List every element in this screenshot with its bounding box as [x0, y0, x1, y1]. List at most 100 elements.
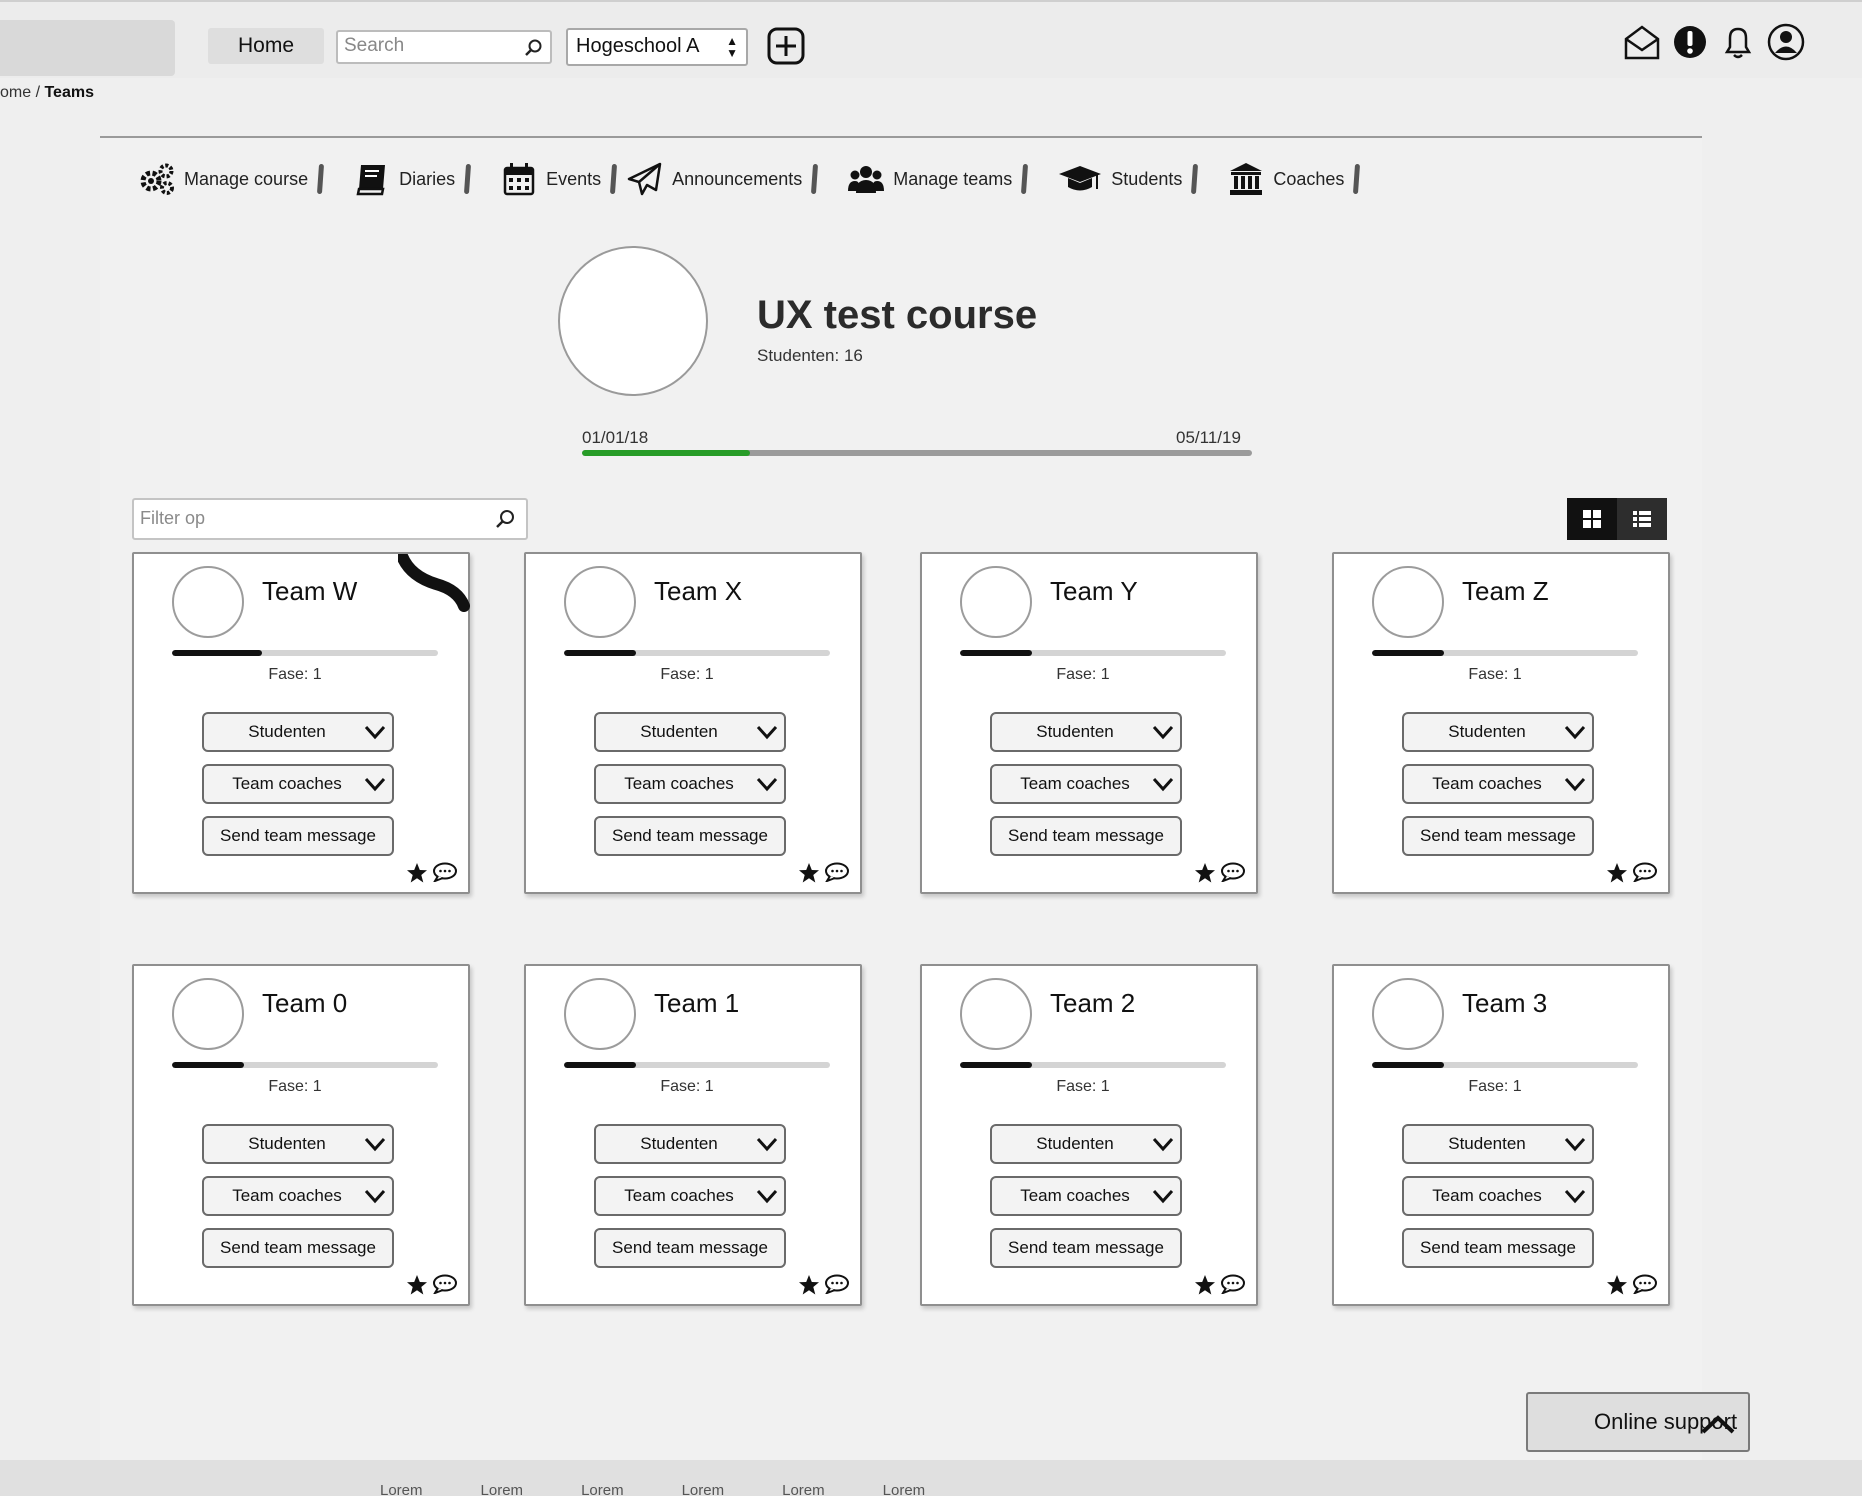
corner-ribbon-icon	[398, 554, 470, 612]
team-card[interactable]: Team X Fase: 1 Studenten Team coaches Send t…	[524, 552, 862, 894]
star-icon[interactable]	[1606, 862, 1628, 884]
footer-link[interactable]: Lorem	[581, 1482, 624, 1496]
team-card[interactable]: Team 3 Fase: 1 Studenten Team coaches Send t…	[1332, 964, 1670, 1306]
footer-link[interactable]: Lorem	[380, 1482, 423, 1496]
add-icon[interactable]	[766, 26, 806, 66]
students-dropdown[interactable]: Studenten	[202, 712, 394, 752]
students-dropdown[interactable]: Studenten	[990, 712, 1182, 752]
nav-item-announcements[interactable]: Announcements	[626, 159, 802, 199]
star-icon[interactable]	[798, 1274, 820, 1296]
chat-icon[interactable]	[432, 862, 458, 882]
chat-icon[interactable]	[432, 1274, 458, 1294]
list-view-button[interactable]	[1617, 498, 1667, 540]
send-team-message-button[interactable]: Send team message	[594, 816, 786, 856]
chat-icon[interactable]	[1220, 862, 1246, 882]
students-dropdown[interactable]: Studenten	[202, 1124, 394, 1164]
team-progress-fill	[564, 1062, 636, 1068]
team-coaches-dropdown[interactable]: Team coaches	[990, 1176, 1182, 1216]
send-team-message-label: Send team message	[1008, 1238, 1164, 1257]
team-coaches-dropdown[interactable]: Team coaches	[1402, 764, 1594, 804]
star-icon[interactable]	[1194, 862, 1216, 884]
star-icon[interactable]	[1606, 1274, 1628, 1296]
home-button[interactable]: Home	[208, 28, 324, 64]
team-name[interactable]: Team 1	[654, 988, 739, 1019]
search-icon[interactable]	[494, 508, 516, 530]
team-card[interactable]: Team W Fase: 1 Studenten Team coaches Send t…	[132, 552, 470, 894]
team-coaches-dropdown-label: Team coaches	[1020, 774, 1130, 793]
team-coaches-dropdown[interactable]: Team coaches	[202, 764, 394, 804]
logo[interactable]	[0, 20, 175, 76]
search-icon[interactable]	[524, 38, 544, 58]
send-team-message-button[interactable]: Send team message	[990, 816, 1182, 856]
team-coaches-dropdown[interactable]: Team coaches	[202, 1176, 394, 1216]
team-card[interactable]: Team Y Fase: 1 Studenten Team coaches Send t…	[920, 552, 1258, 894]
user-icon[interactable]	[1766, 22, 1806, 62]
breadcrumb: ome / Teams	[0, 84, 94, 102]
footer-link[interactable]: Lorem	[883, 1482, 926, 1496]
course-end-date: 05/11/19	[1176, 428, 1241, 447]
nav-item-students[interactable]: Students	[1057, 159, 1182, 199]
chevron-down-icon	[1152, 725, 1174, 740]
send-team-message-label: Send team message	[1008, 826, 1164, 845]
mail-icon[interactable]	[1622, 22, 1662, 62]
team-card[interactable]: Team 1 Fase: 1 Studenten Team coaches Send t…	[524, 964, 862, 1306]
alert-icon[interactable]	[1670, 22, 1710, 62]
calendar-icon	[503, 163, 535, 196]
nav-item-manage-teams[interactable]: Manage teams	[847, 159, 1012, 199]
team-progress-bar	[960, 650, 1226, 656]
team-card[interactable]: Team Z Fase: 1 Studenten Team coaches Send t…	[1332, 552, 1670, 894]
send-team-message-button[interactable]: Send team message	[594, 1228, 786, 1268]
chevron-down-icon	[1152, 1189, 1174, 1204]
star-icon[interactable]	[406, 862, 428, 884]
team-name[interactable]: Team 2	[1050, 988, 1135, 1019]
nav-item-events[interactable]: Events	[500, 159, 601, 199]
filter-input[interactable]: Filter op	[132, 498, 528, 540]
team-coaches-dropdown[interactable]: Team coaches	[594, 1176, 786, 1216]
team-name[interactable]: Team X	[654, 576, 742, 607]
footer-link[interactable]: Lorem	[782, 1482, 825, 1496]
send-team-message-button[interactable]: Send team message	[990, 1228, 1182, 1268]
school-select[interactable]: Hogeschool A ▲ ▼	[566, 28, 748, 66]
team-card[interactable]: Team 2 Fase: 1 Studenten Team coaches Send t…	[920, 964, 1258, 1306]
breadcrumb-parent[interactable]: ome /	[0, 84, 40, 101]
chat-icon[interactable]	[1632, 1274, 1658, 1294]
bell-icon[interactable]	[1718, 22, 1758, 62]
students-dropdown-label: Studenten	[1448, 1134, 1526, 1153]
chat-icon[interactable]	[824, 862, 850, 882]
team-coaches-dropdown[interactable]: Team coaches	[990, 764, 1182, 804]
chat-icon[interactable]	[1632, 862, 1658, 882]
team-name[interactable]: Team Z	[1462, 576, 1549, 607]
students-dropdown[interactable]: Studenten	[1402, 1124, 1594, 1164]
star-icon[interactable]	[798, 862, 820, 884]
team-coaches-dropdown[interactable]: Team coaches	[594, 764, 786, 804]
footer: Lorem Lorem Lorem Lorem Lorem Lorem	[0, 1460, 1862, 1496]
nav-item-coaches[interactable]: Coaches	[1227, 159, 1344, 199]
send-team-message-button[interactable]: Send team message	[202, 816, 394, 856]
team-name[interactable]: Team Y	[1050, 576, 1138, 607]
nav-item-manage-course[interactable]: Manage course	[138, 159, 308, 199]
online-support-button[interactable]: Online support	[1526, 1392, 1750, 1452]
nav-divider	[1021, 163, 1029, 195]
footer-link[interactable]: Lorem	[682, 1482, 725, 1496]
team-name[interactable]: Team W	[262, 576, 357, 607]
grid-view-button[interactable]	[1567, 498, 1617, 540]
team-name[interactable]: Team 3	[1462, 988, 1547, 1019]
students-dropdown[interactable]: Studenten	[1402, 712, 1594, 752]
send-team-message-button[interactable]: Send team message	[202, 1228, 394, 1268]
chat-icon[interactable]	[824, 1274, 850, 1294]
team-name[interactable]: Team 0	[262, 988, 347, 1019]
footer-link[interactable]: Lorem	[481, 1482, 524, 1496]
send-team-message-button[interactable]: Send team message	[1402, 816, 1594, 856]
star-icon[interactable]	[406, 1274, 428, 1296]
team-coaches-dropdown[interactable]: Team coaches	[1402, 1176, 1594, 1216]
students-dropdown[interactable]: Studenten	[990, 1124, 1182, 1164]
send-team-message-button[interactable]: Send team message	[1402, 1228, 1594, 1268]
team-card[interactable]: Team 0 Fase: 1 Studenten Team coaches Send t…	[132, 964, 470, 1306]
students-dropdown[interactable]: Studenten	[594, 1124, 786, 1164]
chat-icon[interactable]	[1220, 1274, 1246, 1294]
students-dropdown[interactable]: Studenten	[594, 712, 786, 752]
nav-item-diaries[interactable]: Diaries	[353, 159, 455, 199]
search-input[interactable]: Search	[336, 30, 552, 64]
send-team-message-label: Send team message	[612, 1238, 768, 1257]
star-icon[interactable]	[1194, 1274, 1216, 1296]
